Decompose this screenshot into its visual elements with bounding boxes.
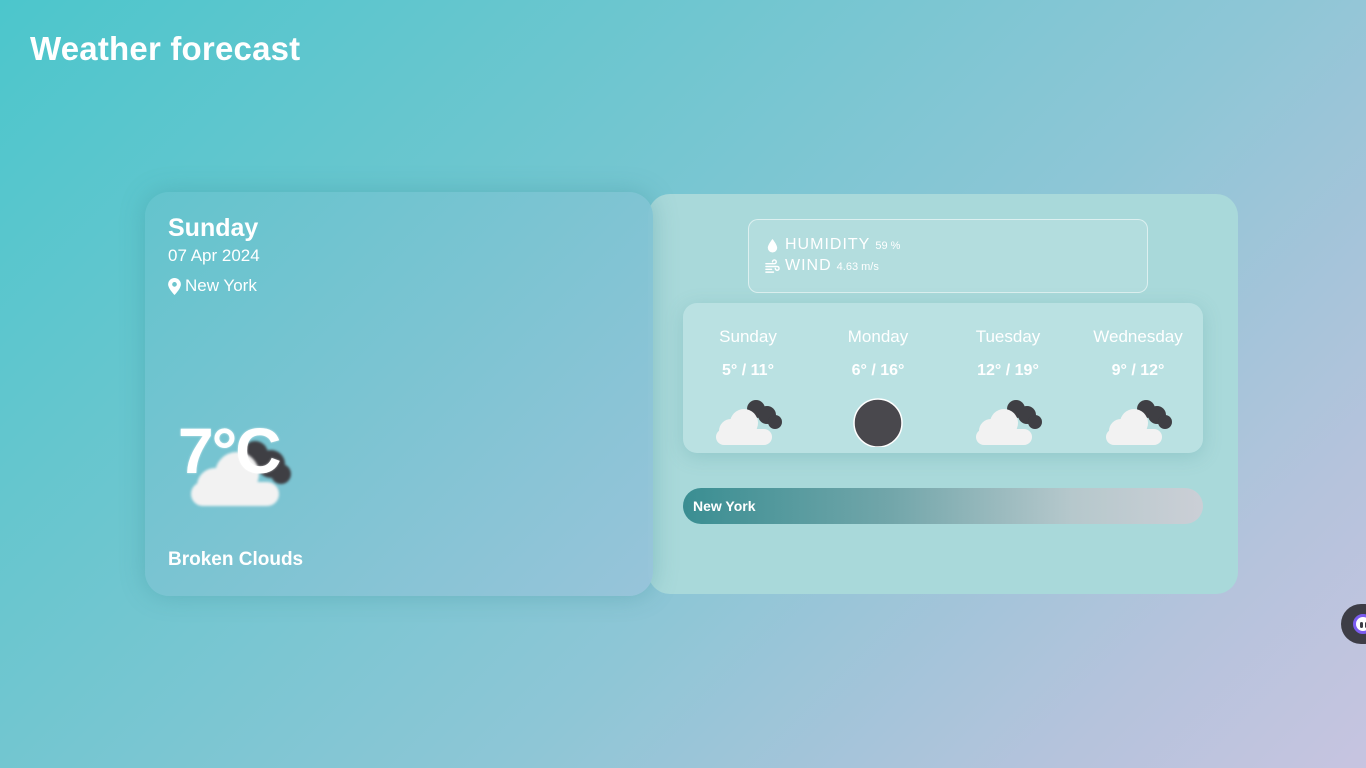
forecast-temp-range: 9° / 12°	[1111, 362, 1165, 379]
stats-box: HUMIDITY 59 % WIND 4.63 m/s	[748, 219, 1148, 293]
humidity-value: 59 %	[875, 240, 901, 252]
current-day: Sunday	[168, 214, 259, 242]
forecast-day: Wednesday 9° / 12°	[1073, 303, 1203, 453]
wind-icon	[765, 258, 780, 273]
current-temperature: 7°C	[178, 415, 281, 487]
weather-condition: Broken Clouds	[168, 549, 304, 570]
forecast-day: Tuesday 12° / 19°	[943, 303, 1073, 453]
broken-clouds-icon	[976, 400, 1042, 445]
eye	[1360, 622, 1363, 628]
forecast-day: Monday 6° / 16°	[813, 303, 943, 453]
city-bar-label: New York	[693, 498, 756, 514]
wind-row: WIND 4.63 m/s	[765, 257, 879, 275]
page-title: Weather forecast	[30, 30, 301, 67]
city-selector-bar[interactable]: New York	[683, 488, 1203, 524]
forecast-day-name: Sunday	[719, 327, 777, 346]
current-date: 07 Apr 2024	[168, 246, 260, 265]
broken-clouds-icon	[716, 400, 782, 445]
forecast-temp-range: 12° / 19°	[977, 362, 1039, 379]
forecast-day-name: Wednesday	[1093, 327, 1183, 346]
humidity-row: HUMIDITY 59 %	[765, 236, 900, 254]
forecast-strip: Sunday 5° / 11° Monday 6° / 16° Tuesday …	[683, 303, 1203, 453]
forecast-temp-range: 6° / 16°	[851, 362, 905, 379]
forecast-temp-range: 5° / 11°	[722, 362, 774, 379]
current-location: New York	[168, 276, 257, 296]
wind-value: 4.63 m/s	[836, 261, 879, 273]
location-label: New York	[185, 276, 257, 295]
wind-label: WIND	[785, 257, 832, 274]
location-pin-icon	[168, 277, 181, 295]
droplet-icon	[767, 238, 778, 253]
current-weather-card: Sunday 07 Apr 2024 New York 7°C Broken C…	[145, 192, 653, 596]
clear-sky-icon	[853, 398, 903, 447]
assistant-widget-button[interactable]	[1341, 604, 1366, 644]
humidity-label: HUMIDITY	[785, 236, 871, 253]
forecast-day-name: Tuesday	[975, 327, 1041, 346]
forecast-day-name: Monday	[847, 327, 909, 346]
details-panel: HUMIDITY 59 % WIND 4.63 m/s Sunday 5° / …	[648, 194, 1238, 594]
forecast-day: Sunday 5° / 11°	[683, 303, 813, 453]
broken-clouds-icon	[1106, 400, 1172, 445]
assistant-face-icon	[1353, 614, 1366, 634]
